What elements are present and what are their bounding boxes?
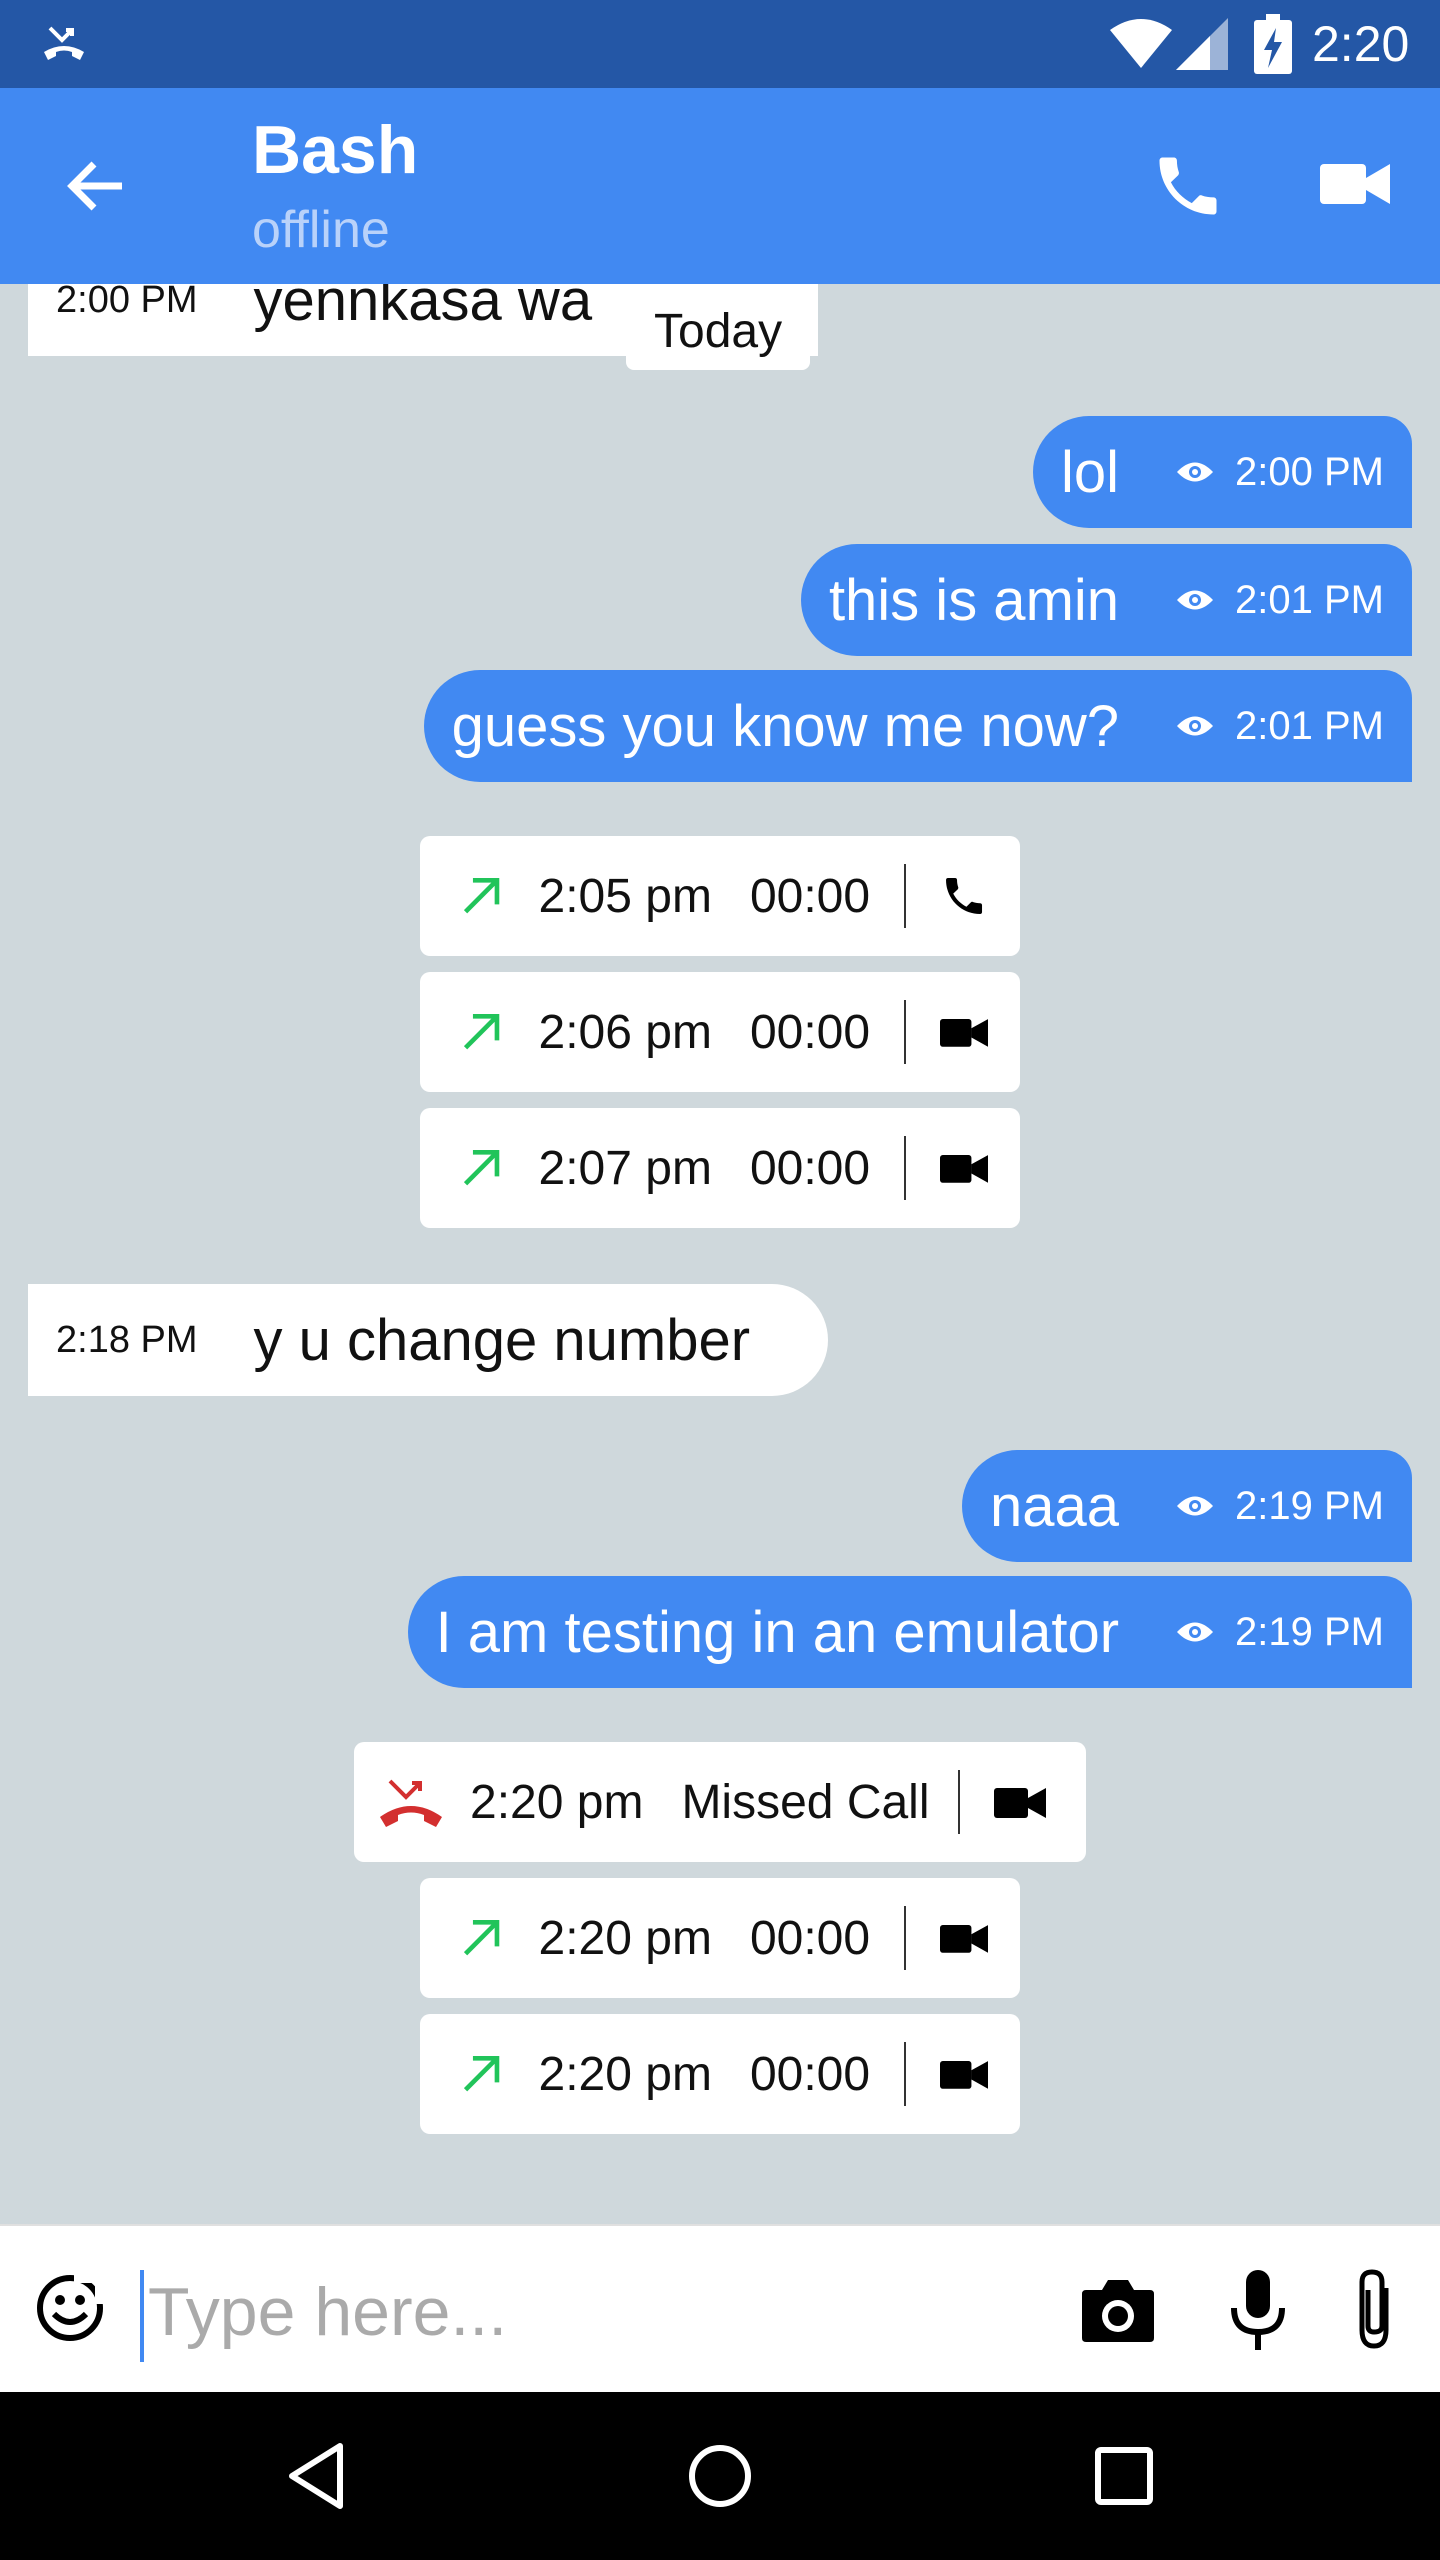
- message-meta: 2:01 PM: [1175, 704, 1384, 749]
- message-text: lol: [1061, 439, 1120, 505]
- battery-charging-icon: [1254, 14, 1292, 74]
- divider: [904, 1136, 906, 1200]
- divider: [904, 1000, 906, 1064]
- phone-icon[interactable]: [940, 872, 988, 920]
- outgoing-call-arrow-icon: [463, 877, 500, 914]
- call-time: 2:20 pm: [538, 1911, 712, 1965]
- call-time: 2:05 pm: [538, 869, 712, 923]
- outgoing-call-arrow-icon: [463, 1013, 500, 1050]
- message-time: 2:01 PM: [1235, 577, 1384, 622]
- attach-icon[interactable]: [1346, 2266, 1402, 2352]
- microphone-icon[interactable]: [1228, 2270, 1288, 2350]
- message-time: 2:00 PM: [56, 284, 198, 321]
- video-camera-icon[interactable]: [939, 1008, 988, 1056]
- message-time: 2:18 PM: [56, 1318, 198, 1361]
- outgoing-message[interactable]: I am testing in an emulator 2:19 PM: [407, 1576, 1412, 1688]
- arrow-back-icon[interactable]: [60, 150, 132, 222]
- outgoing-call-arrow-icon: [463, 2055, 500, 2092]
- seen-eye-icon: [1177, 1622, 1214, 1642]
- divider: [904, 2042, 906, 2106]
- missed-call-notification-icon: [44, 26, 84, 60]
- outgoing-message[interactable]: naaa 2:19 PM: [962, 1450, 1412, 1562]
- message-time: 2:19 PM: [1235, 1609, 1384, 1654]
- outgoing-message[interactable]: guess you know me now? 2:01 PM: [423, 670, 1412, 782]
- divider: [957, 1770, 960, 1834]
- call-log-card[interactable]: 2:06 pm 00:00: [420, 972, 1020, 1092]
- call-duration: 00:00: [749, 2047, 871, 2101]
- message-text: this is amin: [828, 567, 1120, 633]
- status-time: 2:20: [1312, 16, 1410, 72]
- message-input[interactable]: [148, 2262, 1048, 2362]
- call-time: 2:07 pm: [538, 1141, 712, 1195]
- missed-call-icon: [380, 1779, 442, 1827]
- message-composer: [0, 2224, 1440, 2392]
- message-meta: 2:01 PM: [1175, 578, 1384, 623]
- seen-eye-icon: [1177, 590, 1214, 610]
- call-time: 2:20 pm: [470, 1775, 644, 1829]
- back-triangle-icon[interactable]: [278, 2436, 358, 2516]
- message-text: naaa: [990, 1473, 1120, 1539]
- message-time: 2:00 PM: [1235, 449, 1384, 494]
- call-log-card[interactable]: 2:07 pm 00:00: [420, 1108, 1020, 1228]
- app-bar: Bash offline: [0, 88, 1440, 284]
- divider: [904, 1906, 906, 1970]
- call-duration: 00:00: [749, 1005, 871, 1059]
- video-camera-icon[interactable]: [993, 1778, 1046, 1826]
- outgoing-message[interactable]: lol 2:00 PM: [1033, 416, 1412, 528]
- phone-icon[interactable]: [1150, 148, 1226, 224]
- wifi-icon: [1110, 19, 1172, 68]
- divider: [904, 864, 906, 928]
- outgoing-message[interactable]: this is amin 2:01 PM: [800, 544, 1412, 656]
- call-time: 2:06 pm: [538, 1005, 712, 1059]
- message-meta: 2:00 PM: [1175, 450, 1384, 495]
- date-chip: Today: [626, 292, 811, 370]
- call-log-card[interactable]: 2:20 pm 00:00: [420, 1878, 1020, 1998]
- video-camera-icon[interactable]: [939, 1144, 988, 1192]
- seen-eye-icon: [1177, 1496, 1214, 1516]
- text-cursor: [140, 2270, 144, 2362]
- seen-eye-icon: [1177, 716, 1214, 736]
- system-nav-bar: [0, 2392, 1440, 2560]
- video-camera-icon[interactable]: [939, 2050, 988, 2098]
- message-text: I am testing in an emulator: [435, 1599, 1120, 1665]
- home-circle-icon[interactable]: [680, 2436, 760, 2516]
- message-meta: 2:19 PM: [1175, 1484, 1384, 1529]
- contact-name[interactable]: Bash: [252, 110, 418, 190]
- message-text: y u change number: [253, 1307, 751, 1373]
- outgoing-call-arrow-icon: [463, 1919, 500, 1956]
- status-bar: 2:20: [0, 0, 1440, 88]
- outgoing-call-arrow-icon: [463, 1149, 500, 1186]
- message-time: 2:01 PM: [1235, 703, 1384, 748]
- contact-status: offline: [252, 201, 390, 259]
- incoming-message[interactable]: 2:18 PM y u change number: [28, 1284, 828, 1396]
- emoji-icon[interactable]: [34, 2272, 106, 2344]
- recents-square-icon[interactable]: [1084, 2436, 1164, 2516]
- call-time: 2:20 pm: [538, 2047, 712, 2101]
- call-log-card[interactable]: 2:20 pm 00:00: [420, 2014, 1020, 2134]
- message-meta: 2:19 PM: [1175, 1610, 1384, 1655]
- message-time: 2:19 PM: [1235, 1483, 1384, 1528]
- chat-area[interactable]: 2:00 PM yennkasa wa Today lol 2:00 PM th…: [0, 284, 1440, 2224]
- seen-eye-icon: [1177, 462, 1214, 482]
- call-duration: 00:00: [749, 1911, 871, 1965]
- call-duration: 00:00: [749, 1141, 871, 1195]
- message-text: yennkasa wa: [253, 284, 593, 333]
- video-camera-icon[interactable]: [939, 1914, 988, 1962]
- signal-icon: [1176, 18, 1228, 70]
- video-camera-icon[interactable]: [1320, 152, 1390, 216]
- call-log-card[interactable]: 2:05 pm 00:00: [420, 836, 1020, 956]
- camera-icon[interactable]: [1082, 2276, 1154, 2342]
- call-log-card-missed[interactable]: 2:20 pm Missed Call: [354, 1742, 1086, 1862]
- message-text: guess you know me now?: [451, 693, 1120, 759]
- call-status: Missed Call: [681, 1775, 930, 1829]
- call-duration: 00:00: [749, 869, 871, 923]
